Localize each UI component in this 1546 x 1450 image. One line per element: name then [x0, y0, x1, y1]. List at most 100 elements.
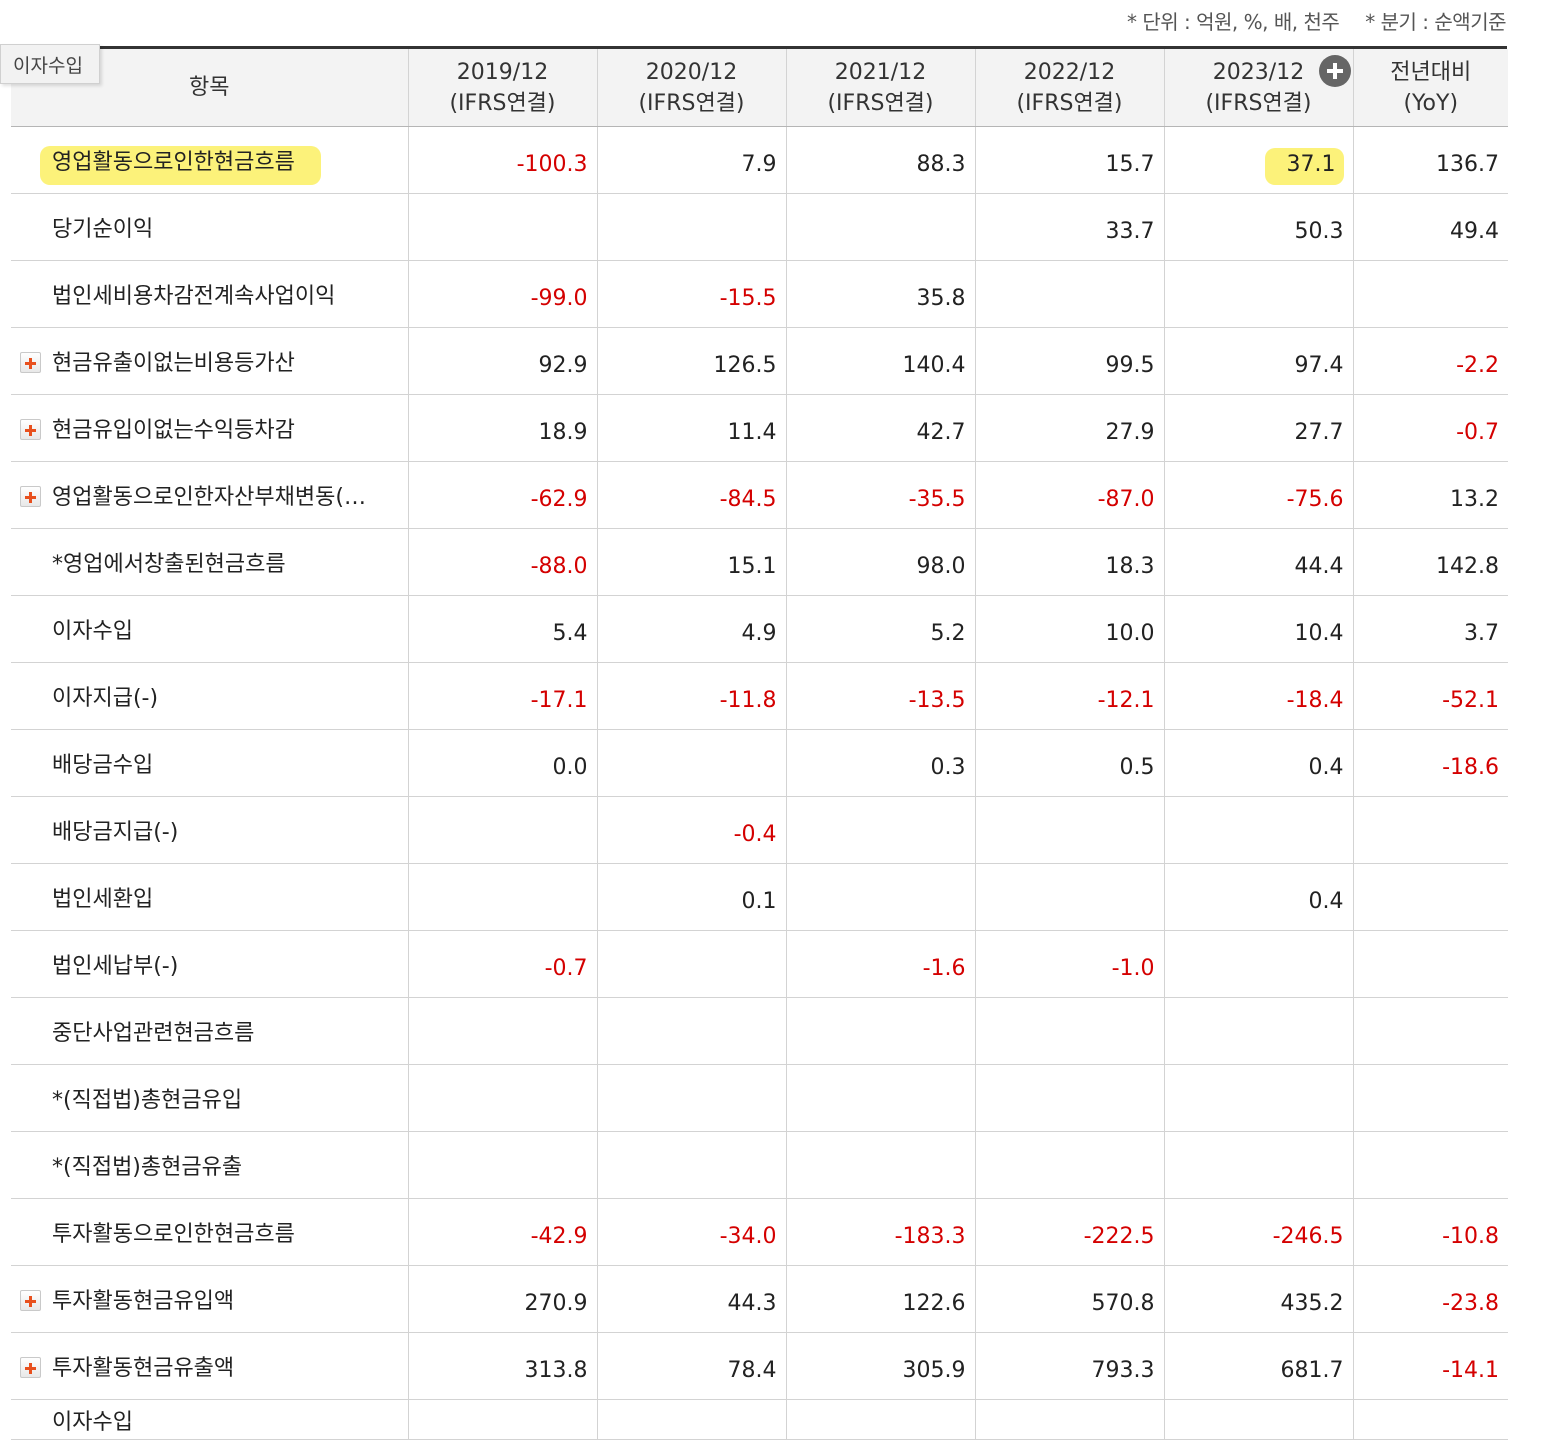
value-cell: 0.5: [975, 729, 1165, 797]
yoy-cell: 13.2: [1353, 461, 1508, 529]
table-row: 현금유입이없는수익등차감 18.9 11.4 42.7 27.9 27.7 -0.7: [11, 394, 1508, 462]
cell-value: -52.1: [1442, 687, 1499, 713]
row-label: *(직접법)총현금유입: [52, 1088, 243, 1113]
cell-value: -0.7: [1456, 419, 1499, 445]
expand-plus-icon[interactable]: [20, 352, 41, 373]
cell-value: 15.1: [727, 553, 777, 579]
value-cell: 140.4: [786, 327, 976, 395]
row-label-cell[interactable]: 현금유출이없는비용등가산: [11, 327, 409, 395]
period-basis: (IFRS연결): [638, 90, 745, 116]
cell-value: 136.7: [1436, 151, 1499, 177]
value-cell: -222.5: [975, 1198, 1165, 1266]
cell-value: 18.9: [538, 419, 588, 445]
row-label: 배당금지급(-): [52, 820, 179, 845]
period-year: 2020/12: [645, 59, 738, 85]
cell-value: 0.4: [1308, 888, 1344, 914]
yoy-cell: -52.1: [1353, 662, 1508, 730]
period-basis: (IFRS연결): [827, 90, 934, 116]
value-cell: [408, 1399, 598, 1440]
value-cell: -17.1: [408, 662, 598, 730]
row-label-cell: 중단사업관련현금흐름: [11, 997, 409, 1065]
yoy-cell: [1353, 1131, 1508, 1199]
row-label-cell: *(직접법)총현금유입: [11, 1064, 409, 1132]
cell-value: -14.1: [1442, 1357, 1499, 1383]
period-year: 2021/12: [834, 59, 927, 85]
value-cell: -75.6: [1164, 461, 1354, 529]
row-label-cell[interactable]: 현금유입이없는수익등차감: [11, 394, 409, 462]
yoy-cell: 49.4: [1353, 193, 1508, 261]
value-cell: 11.4: [597, 394, 787, 462]
expand-plus-icon[interactable]: [20, 486, 41, 507]
yoy-cell: -23.8: [1353, 1265, 1508, 1333]
period-year: 2019/12: [456, 59, 549, 85]
expand-plus-icon[interactable]: [20, 1290, 41, 1311]
value-cell: [408, 193, 598, 261]
value-cell: 0.4: [1164, 729, 1354, 797]
yoy-cell: -2.2: [1353, 327, 1508, 395]
unit-note-unit: * 단위 : 억원, %, 배, 천주: [1127, 10, 1340, 34]
row-label-cell[interactable]: 투자활동현금유출액: [11, 1332, 409, 1400]
cell-value: -75.6: [1286, 486, 1344, 512]
cell-value: 435.2: [1280, 1290, 1344, 1316]
cell-value: 99.5: [1105, 352, 1155, 378]
expand-plus-icon[interactable]: [20, 1357, 41, 1378]
header-yoy: 전년대비 (YoY): [1353, 49, 1508, 127]
row-label: 이자수입: [52, 1409, 133, 1435]
value-cell: 305.9: [786, 1332, 976, 1400]
value-cell: 98.0: [786, 528, 976, 596]
value-cell: [1164, 997, 1354, 1065]
tooltip: 이자수입: [0, 44, 100, 84]
value-cell: 18.3: [975, 528, 1165, 596]
cell-value: -12.1: [1097, 687, 1155, 713]
cell-value: 42.7: [916, 419, 966, 445]
value-cell: [786, 796, 976, 864]
cell-value: -246.5: [1272, 1223, 1344, 1249]
value-cell: 0.4: [1164, 863, 1354, 931]
value-cell: 793.3: [975, 1332, 1165, 1400]
value-cell: 435.2: [1164, 1265, 1354, 1333]
row-label-cell: 이자수입: [11, 595, 409, 663]
value-cell: [597, 1131, 787, 1199]
expand-plus-icon[interactable]: [20, 419, 41, 440]
value-cell: 50.3: [1164, 193, 1354, 261]
cell-value: 313.8: [524, 1357, 588, 1383]
value-cell: [597, 1064, 787, 1132]
value-cell: -183.3: [786, 1198, 976, 1266]
row-label: 투자활동현금유입액: [52, 1289, 235, 1314]
cell-value: -84.5: [719, 486, 777, 512]
value-cell: [786, 1064, 976, 1132]
cell-value: 92.9: [538, 352, 588, 378]
row-label-cell: *영업에서창출된현금흐름: [11, 528, 409, 596]
value-cell: 97.4: [1164, 327, 1354, 395]
value-cell: [597, 997, 787, 1065]
cell-value: 5.2: [930, 620, 966, 646]
table-row: 이자지급(-) -17.1 -11.8 -13.5 -12.1 -18.4 -52.1: [11, 662, 1508, 730]
row-label-cell[interactable]: 영업활동으로인한자산부채변동(…: [11, 461, 409, 529]
row-label-cell: 법인세환입: [11, 863, 409, 931]
value-cell: -88.0: [408, 528, 598, 596]
value-cell: [786, 863, 976, 931]
cell-value: -1.6: [922, 955, 966, 981]
value-cell: [975, 863, 1165, 931]
table-row: 영업활동으로인한현금흐름 -100.3 7.9 88.3 15.7 37.1 136.7: [11, 126, 1508, 194]
cell-value: -2.2: [1456, 352, 1499, 378]
value-cell: -42.9: [408, 1198, 598, 1266]
cell-value: 0.0: [552, 754, 588, 780]
yoy-cell: 136.7: [1353, 126, 1508, 194]
yoy-cell: -10.8: [1353, 1198, 1508, 1266]
value-cell: 10.0: [975, 595, 1165, 663]
value-cell: -12.1: [975, 662, 1165, 730]
period-basis: (IFRS연결): [1016, 90, 1123, 116]
value-cell: [408, 796, 598, 864]
table-row: *(직접법)총현금유출: [11, 1131, 1508, 1199]
value-cell: -35.5: [786, 461, 976, 529]
add-period-icon[interactable]: [1318, 55, 1351, 87]
row-label-cell[interactable]: 투자활동현금유입액: [11, 1265, 409, 1333]
cell-value: 15.7: [1105, 151, 1155, 177]
value-cell: [975, 1064, 1165, 1132]
cell-value: -0.4: [733, 821, 777, 847]
yoy-cell: 3.7: [1353, 595, 1508, 663]
unit-note: * 단위 : 억원, %, 배, 천주 * 분기 : 순액기준: [1101, 6, 1506, 35]
cell-value: 35.8: [916, 285, 966, 311]
cell-value: -99.0: [530, 285, 588, 311]
